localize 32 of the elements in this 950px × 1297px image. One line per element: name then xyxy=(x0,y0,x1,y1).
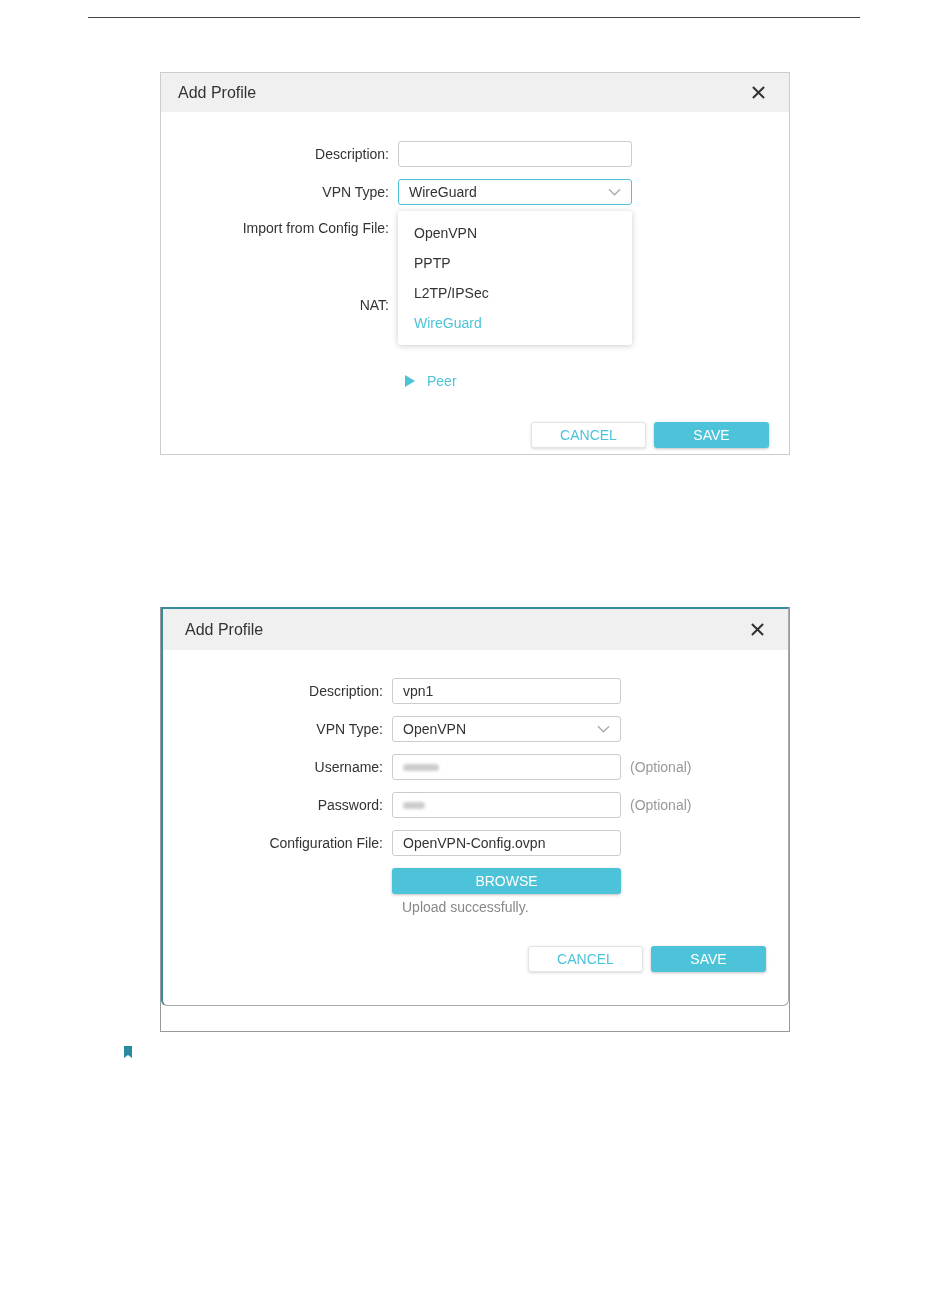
field-label: NAT: xyxy=(358,297,389,313)
bookmark-icon xyxy=(124,1046,132,1058)
dialog-title: Add Profile xyxy=(178,83,257,102)
blurred-value xyxy=(403,763,439,771)
select-field[interactable]: WireGuard xyxy=(398,179,632,205)
dropdown-option[interactable]: PPTP xyxy=(398,248,632,278)
field-label: VPN Type: xyxy=(321,184,389,200)
field-label: Description: xyxy=(308,683,383,699)
dialog-title: Add Profile xyxy=(185,620,264,639)
upload-status: Upload successfully. xyxy=(401,899,530,915)
input-field[interactable]: OpenVPN-Config.ovpn xyxy=(392,830,621,856)
field-label: Import from Config File: xyxy=(241,219,389,236)
field-label: Password: xyxy=(316,797,383,813)
dropdown-option[interactable]: OpenVPN xyxy=(398,218,632,248)
chevron-icon xyxy=(608,188,621,196)
field-label: Configuration File: xyxy=(268,835,383,851)
dropdown-option[interactable]: L2TP/IPSec xyxy=(398,278,632,308)
expand-triangle-icon[interactable] xyxy=(405,375,415,387)
close-icon[interactable] xyxy=(751,623,764,636)
blurred-value xyxy=(403,801,425,809)
close-icon[interactable] xyxy=(752,86,765,99)
input-field[interactable] xyxy=(398,141,632,167)
input-field[interactable] xyxy=(392,792,621,818)
optional-hint: (Optional) xyxy=(630,759,693,775)
select-field[interactable]: OpenVPN xyxy=(392,716,621,742)
field-label: Description: xyxy=(314,146,389,162)
chevron-icon xyxy=(597,725,610,733)
input-field[interactable]: vpn1 xyxy=(392,678,621,704)
optional-hint: (Optional) xyxy=(630,797,693,813)
field-label: Username: xyxy=(313,759,383,775)
input-field[interactable] xyxy=(392,754,621,780)
field-label: VPN Type: xyxy=(315,721,383,737)
